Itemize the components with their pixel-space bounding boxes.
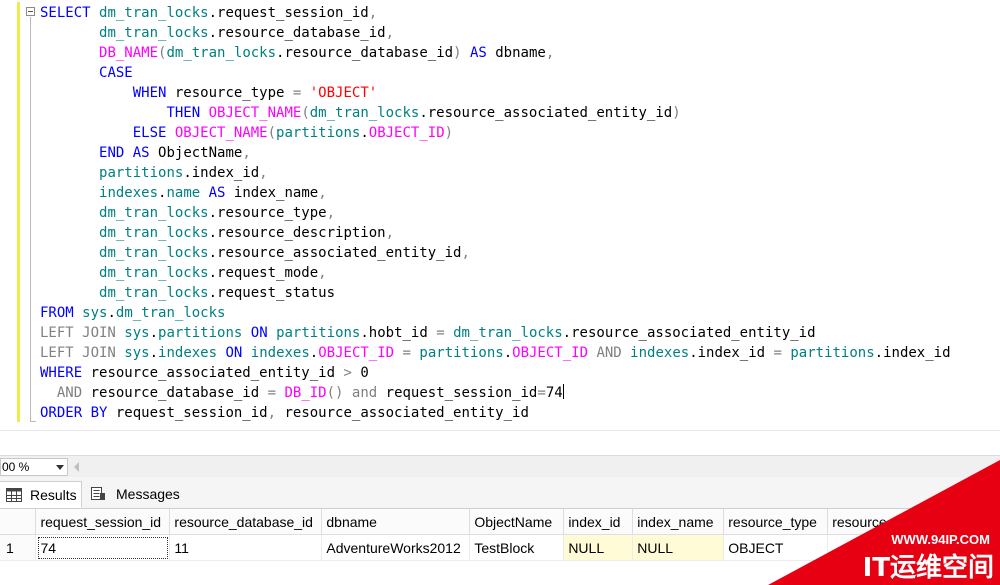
code-line-12: dm_tran_locks.resource_description,: [99, 225, 395, 241]
column-header[interactable]: index_id: [563, 509, 634, 535]
fold-guide-end: [30, 421, 36, 422]
code-line-5: WHEN resource_type = 'OBJECT': [132, 85, 378, 101]
grid-corner[interactable]: [0, 509, 37, 535]
grid-cell[interactable]: TestBlock: [469, 534, 565, 561]
watermark: WWW.94IP.COM IT运维空间: [768, 460, 1000, 585]
collapse-toggle-icon[interactable]: [26, 7, 35, 16]
code-line-15: dm_tran_locks.request_status: [99, 285, 336, 301]
watermark-url: WWW.94IP.COM: [891, 532, 990, 547]
tab-results[interactable]: Results: [0, 481, 82, 508]
code-line-18: LEFT JOIN sys.indexes ON indexes.OBJECT_…: [40, 345, 951, 361]
code-line-9: partitions.index_id,: [99, 165, 268, 181]
column-header[interactable]: request_session_id: [35, 509, 171, 535]
tab-messages-label: Messages: [116, 486, 180, 502]
code-line-6: THEN OBJECT_NAME(dm_tran_locks.resource_…: [166, 105, 681, 121]
zoom-value: 00 %: [2, 460, 30, 474]
fold-guide-line: [30, 17, 31, 422]
code-line-16: FROM sys.dm_tran_locks: [40, 305, 226, 321]
code-line-11: dm_tran_locks.resource_type,: [99, 205, 336, 221]
code-line-2: dm_tran_locks.resource_database_id,: [99, 25, 395, 41]
messages-icon: [91, 487, 105, 500]
code-line-14: dm_tran_locks.request_mode,: [99, 265, 327, 281]
scroll-left-arrow-icon[interactable]: [74, 462, 79, 472]
text-cursor: [562, 384, 564, 399]
code-line-4: CASE: [99, 65, 133, 81]
column-header[interactable]: resource_database_id: [169, 509, 323, 535]
code-line-21: ORDER BY request_session_id, resource_as…: [40, 405, 529, 421]
column-header[interactable]: index_name: [632, 509, 725, 535]
grid-cell[interactable]: NULL: [632, 534, 725, 561]
column-header[interactable]: dbname: [321, 509, 471, 535]
grid-cell[interactable]: NULL: [563, 534, 634, 561]
grid-cell[interactable]: AdventureWorks2012: [321, 534, 471, 561]
change-indicator-bar: [17, 2, 20, 422]
grid-cell[interactable]: 11: [169, 534, 323, 561]
tab-results-label: Results: [30, 487, 77, 503]
code-line-17: LEFT JOIN sys.partitions ON partitions.h…: [40, 325, 816, 341]
query-editor[interactable]: SELECT dm_tran_locks.request_session_id,…: [0, 0, 1000, 455]
code-line-20: AND resource_database_id = DB_ID() and r…: [56, 384, 564, 401]
row-number[interactable]: 1: [0, 534, 37, 561]
code-line-3: DB_NAME(dm_tran_locks.resource_database_…: [99, 45, 555, 61]
watermark-text: IT运维空间: [863, 552, 994, 583]
zoom-select[interactable]: 00 %: [0, 458, 68, 476]
column-header[interactable]: ObjectName: [469, 509, 565, 535]
tab-messages[interactable]: Messages: [84, 481, 184, 508]
editor-bottom-edge: [0, 430, 1000, 431]
grid-icon: [6, 488, 22, 502]
code-line-1: SELECT dm_tran_locks.request_session_id,: [40, 5, 378, 21]
code-line-13: dm_tran_locks.resource_associated_entity…: [99, 245, 470, 261]
code-line-8: END AS ObjectName,: [99, 145, 251, 161]
code-line-19: WHERE resource_associated_entity_id > 0: [40, 365, 369, 381]
code-line-7: ELSE OBJECT_NAME(partitions.OBJECT_ID): [132, 125, 454, 141]
code-line-10: indexes.name AS index_name,: [99, 185, 327, 201]
grid-cell[interactable]: 74: [35, 534, 171, 561]
sql-code[interactable]: SELECT dm_tran_locks.request_session_id,…: [40, 3, 951, 423]
chevron-down-icon[interactable]: [56, 465, 64, 470]
